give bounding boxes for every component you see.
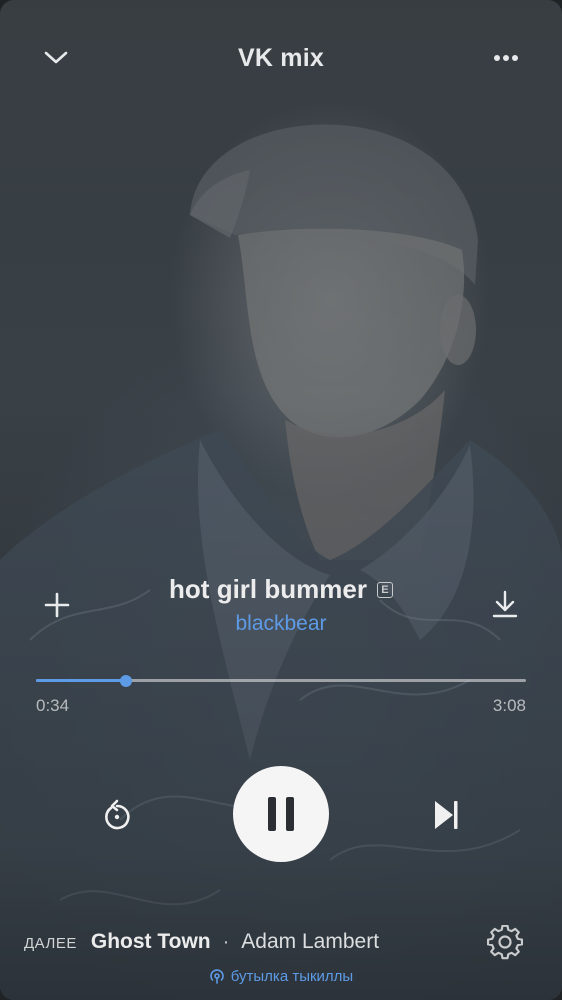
more-options-button[interactable] — [486, 42, 526, 74]
next-track-button[interactable] — [428, 796, 464, 834]
player-header: VK mix — [0, 30, 562, 86]
more-horizontal-icon — [494, 55, 518, 61]
broadcast-text: бутылка тыкиллы — [230, 968, 354, 985]
repeat-one-icon — [105, 799, 130, 830]
broadcast-icon — [209, 968, 224, 984]
playlist-title: VK mix — [238, 44, 324, 72]
progress-slider[interactable] — [36, 672, 526, 690]
track-title-group: hot girl bummer E — [0, 574, 562, 605]
player-screen: VK mix hot girl bummer E blackbear 0:34 … — [0, 0, 562, 1000]
download-icon — [492, 590, 518, 618]
elapsed-time: 0:34 — [36, 696, 70, 715]
up-next-artist: Adam Lambert — [241, 930, 380, 953]
gear-icon — [487, 925, 523, 960]
track-info: hot girl bummer E blackbear — [0, 568, 562, 648]
download-button[interactable] — [488, 586, 522, 622]
track-title: hot girl bummer — [169, 574, 367, 604]
broadcast-status[interactable]: бутылка тыкиллы — [0, 968, 562, 985]
progress-fill — [36, 679, 127, 682]
pause-button[interactable] — [233, 766, 329, 862]
up-next-label: ДАЛЕЕ — [24, 935, 77, 952]
up-next[interactable]: ДАЛЕЕ Ghost Town · Adam Lambert — [24, 930, 379, 960]
up-next-title: Ghost Town — [90, 930, 211, 953]
track-artist-link[interactable]: blackbear — [0, 612, 562, 636]
pause-icon — [268, 797, 294, 831]
total-duration: 3:08 — [492, 696, 526, 715]
skip-next-icon — [435, 801, 458, 829]
settings-button[interactable] — [484, 922, 526, 964]
repeat-button[interactable] — [98, 796, 136, 834]
up-next-separator: · — [222, 931, 230, 953]
playback-controls — [0, 766, 562, 862]
progress-handle[interactable] — [120, 675, 133, 687]
explicit-badge: E — [376, 581, 393, 598]
